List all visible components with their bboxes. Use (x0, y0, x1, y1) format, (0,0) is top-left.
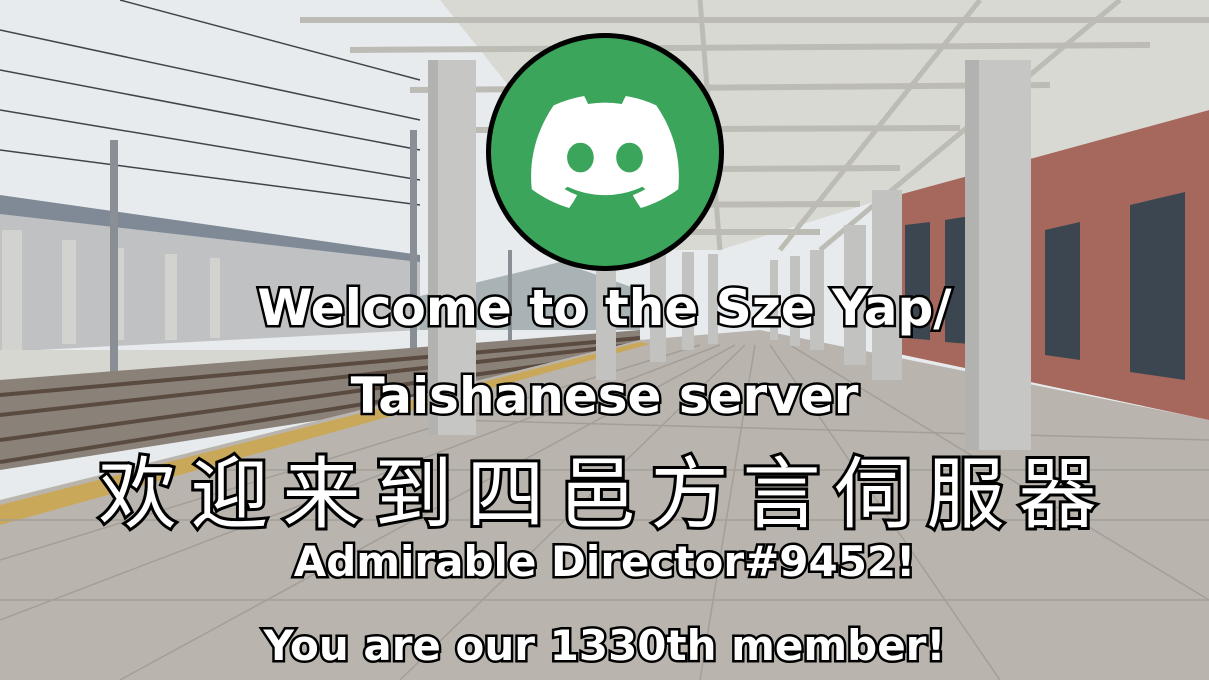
member-count-message: You are our 1330th member! (261, 619, 948, 673)
avatar-circle (491, 38, 719, 266)
welcome-line-1: Welcome to the Sze Yap/ (255, 277, 954, 340)
discord-logo-icon (531, 96, 679, 208)
avatar (486, 33, 724, 271)
welcome-line-2: Taishanese server (348, 365, 861, 428)
welcome-chinese: 欢迎来到四邑方言伺服器 (95, 447, 1111, 543)
username-tag: Admirable Director#9452! (291, 535, 918, 589)
